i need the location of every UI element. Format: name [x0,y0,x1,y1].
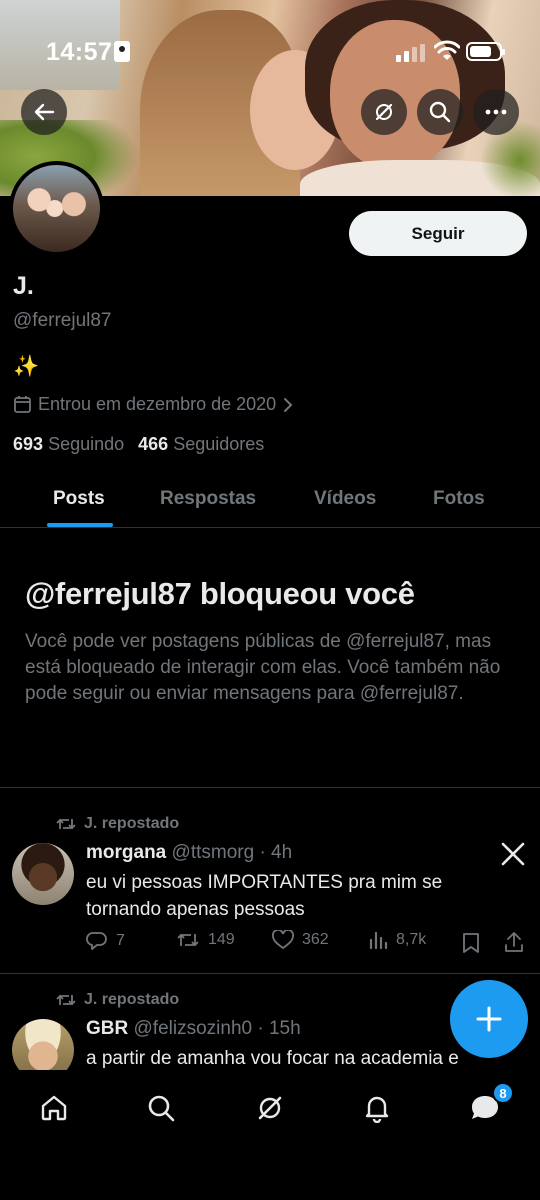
calendar-icon [14,396,31,413]
joined-date-row[interactable]: Entrou em dezembro de 2020 [13,394,294,415]
home-icon [41,1095,67,1121]
profile-bio: ✨ [13,355,40,378]
following-link[interactable]: 693 Seguindo [13,434,124,455]
profile-name: J. [13,272,34,300]
battery-icon [466,42,505,61]
reply-button[interactable]: 7 [86,930,125,952]
followers-count: 466 [138,434,169,454]
followers-link[interactable]: 466 Seguidores [138,434,264,455]
repost-icon [56,818,76,830]
repost-icon [177,933,199,947]
heart-icon [272,930,294,950]
post-author-meta[interactable]: @ttsmorg · 4h [172,842,293,863]
like-count: 362 [302,931,329,948]
grok-icon [375,103,393,121]
profile-handle: @ferrejul87 [13,310,112,331]
following-label: Seguindo [48,434,125,454]
arrow-left-icon [34,103,55,121]
divider [0,787,540,788]
cellular-signal-icon [396,44,426,62]
grok-icon [258,1096,282,1120]
chevron-right-icon [284,397,293,412]
followers-label: Seguidores [173,434,265,454]
wifi-icon [434,40,460,60]
views-chart-icon [369,931,388,950]
post-author-name[interactable]: morgana [86,842,166,863]
nav-grok[interactable] [250,1088,290,1128]
search-button[interactable] [417,89,463,135]
messages-badge: 8 [492,1082,514,1104]
post-author-avatar[interactable] [12,843,74,905]
status-time: 14:57 [46,38,113,66]
back-button[interactable] [21,89,67,135]
nav-notifications[interactable] [357,1088,397,1128]
grok-button[interactable] [361,89,407,135]
repost-indicator: J. repostado [56,815,179,833]
nav-search[interactable] [141,1088,181,1128]
x-logo-icon[interactable] [501,842,525,866]
repost-indicator: J. repostado [56,991,179,1009]
post-header: GBR @felizsozinh0 · 15h [86,1018,301,1040]
views-count: 8,7k [396,931,427,948]
share-icon[interactable] [504,931,524,953]
repost-button[interactable]: 149 [176,930,235,950]
divider [0,973,540,974]
post-text[interactable]: eu vi pessoas IMPORTANTES pra mim se tor… [86,869,506,923]
tab-replies[interactable]: Respostas [160,470,256,528]
home-indicator [186,1182,354,1188]
profile-tabs: Posts Respostas Vídeos Fotos [0,470,540,528]
views-button[interactable]: 8,7k [368,930,426,950]
plus-icon [476,1006,502,1032]
post-author-name[interactable]: GBR [86,1018,128,1039]
focus-person-icon [114,41,130,62]
profile-avatar[interactable] [9,161,104,256]
following-count: 693 [13,434,44,454]
follow-button[interactable]: Seguir [349,211,527,256]
joined-date: Entrou em dezembro de 2020 [38,394,277,414]
active-tab-indicator [47,523,113,527]
post-header: morgana @ttsmorg · 4h [86,842,292,864]
more-options-button[interactable] [473,89,519,135]
bottom-navigation [0,1070,540,1200]
like-button[interactable]: 362 [272,930,329,950]
repost-icon [56,994,76,1006]
follow-stats: 693 Seguindo 466 Seguidores [13,434,264,455]
tab-photos[interactable]: Fotos [433,470,485,528]
reply-count: 7 [116,932,125,949]
bookmark-icon[interactable] [462,932,480,954]
tab-posts[interactable]: Posts [53,470,105,528]
post-actions: 7 149 362 8,7k [86,930,526,956]
status-bar: 14:57 [0,0,540,100]
blocked-message: Você pode ver postagens públicas de @fer… [25,631,501,704]
post-text[interactable]: a partir de amanha vou focar na academia… [86,1045,506,1069]
repost-label: J. repostado [84,991,180,1008]
reply-icon [86,932,107,950]
search-icon [429,101,451,123]
compose-post-button[interactable] [450,980,528,1058]
nav-home[interactable] [34,1088,74,1128]
repost-label: J. repostado [84,815,180,832]
post-author-meta[interactable]: @felizsozinh0 · 15h [134,1018,301,1039]
more-horizontal-icon [485,109,507,115]
bell-icon [365,1096,389,1123]
search-icon [148,1095,175,1122]
repost-count: 149 [208,931,235,948]
tab-videos[interactable]: Vídeos [314,470,376,528]
blocked-title: @ferrejul87 bloqueou você [25,576,415,611]
